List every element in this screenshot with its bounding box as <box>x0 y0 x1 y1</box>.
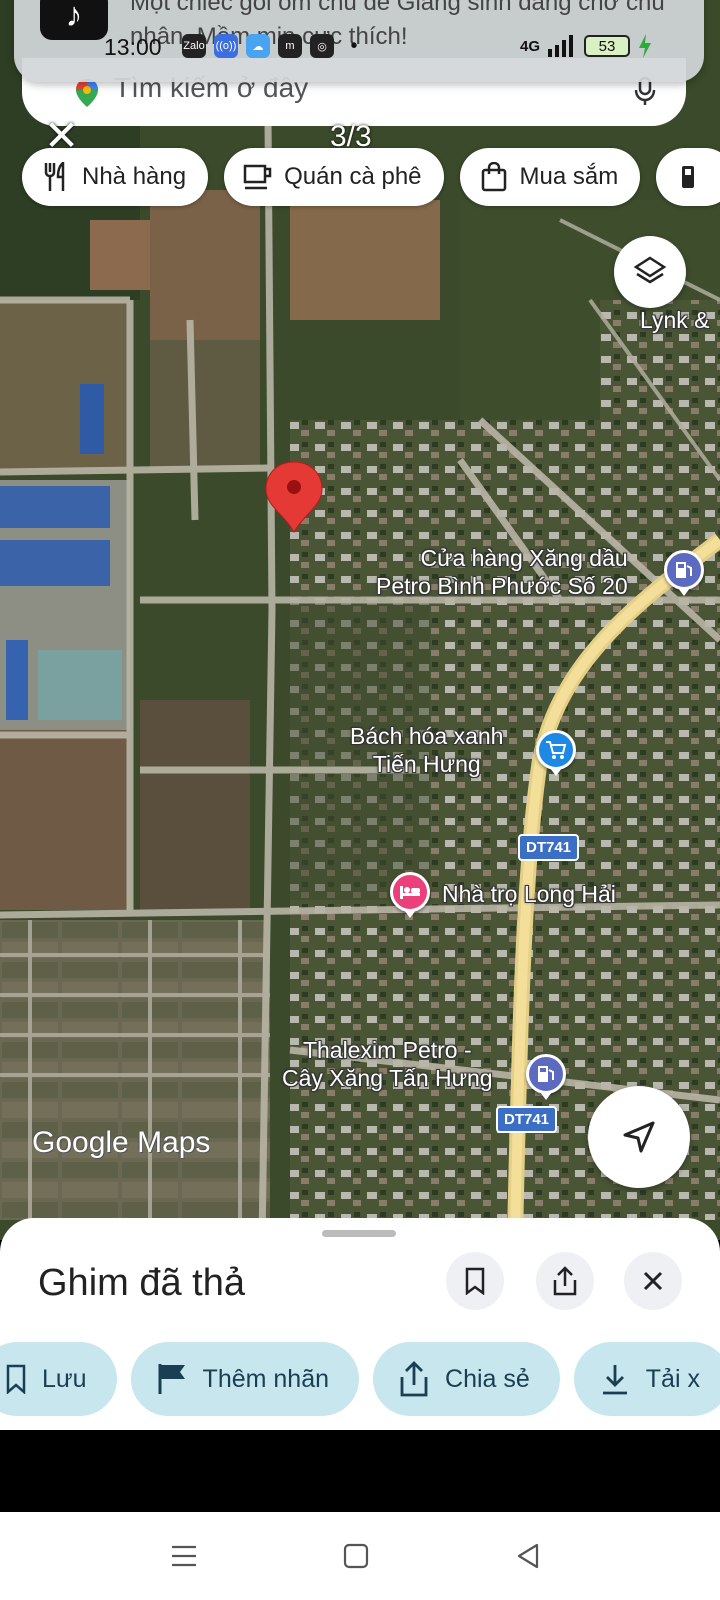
gas-station-poi-icon-2[interactable] <box>526 1054 566 1094</box>
action-buttons: Lưu Thêm nhãn Chia sẻ Tải x <box>0 1342 720 1416</box>
maps-pin-icon <box>76 79 98 107</box>
home-nav-button[interactable] <box>338 1538 374 1574</box>
back-triangle-icon <box>517 1543 539 1569</box>
map-label-bach-hoa-xanh[interactable]: Bách hóa xanh Tiến Hưng <box>350 722 503 778</box>
download-label: Tải x <box>645 1364 700 1393</box>
layers-icon <box>633 256 667 284</box>
my-location-button[interactable] <box>588 1086 690 1188</box>
place-bottom-sheet[interactable]: Ghim đã thả Lưu Thêm nhãn Chia sẻ Tải x <box>0 1218 720 1430</box>
google-maps-logo: Google Maps <box>32 1126 211 1159</box>
shopping-bag-icon <box>478 161 510 193</box>
menu-nav-button[interactable] <box>166 1538 202 1574</box>
chip-label: Nhà hàng <box>82 163 187 190</box>
zalo-icon: Zalo <box>182 34 206 58</box>
lodging-poi-icon[interactable] <box>390 872 430 912</box>
chip-coffee[interactable]: Quán cà phê <box>224 148 444 206</box>
weather-icon: ☁ <box>246 34 270 58</box>
share-button[interactable]: Chia sẻ <box>373 1342 560 1416</box>
sheet-title: Ghim đã thả <box>38 1262 245 1304</box>
status-time: 13:00 <box>104 34 162 60</box>
map-label-lynk: Lynk & <box>640 307 710 333</box>
close-icon <box>643 1271 663 1291</box>
category-chips: Nhà hàng Quán cà phê Mua sắm <box>22 148 720 206</box>
save-button[interactable]: Lưu <box>0 1342 117 1416</box>
download-button[interactable]: Tải x <box>573 1342 720 1416</box>
back-nav-button[interactable] <box>510 1538 546 1574</box>
chrome-icon: ◎ <box>310 34 334 58</box>
navigation-arrow-icon <box>623 1121 655 1153</box>
chip-more[interactable] <box>656 148 720 206</box>
screen-filler <box>0 1430 720 1512</box>
download-icon <box>600 1363 630 1395</box>
status-bar: 13:00 Zalo ((o)) ☁ m ◎ • 4G 53 <box>0 32 720 62</box>
store-poi-icon[interactable] <box>536 730 576 770</box>
menu-icon <box>172 1545 196 1567</box>
messenger-icon: m <box>278 34 302 58</box>
more-notifications-icon: • <box>350 34 358 57</box>
share-label: Chia sẻ <box>445 1364 530 1393</box>
network-type: 4G <box>520 37 541 55</box>
flag-icon <box>157 1363 187 1395</box>
coffee-cup-icon <box>242 161 274 193</box>
bookmark-icon <box>6 1364 26 1394</box>
layers-button[interactable] <box>614 236 686 308</box>
wireless-icon: ((o)) <box>214 34 238 58</box>
battery-indicator: 53 <box>584 35 631 57</box>
gas-station-poi-icon[interactable] <box>664 550 704 590</box>
close-sheet-button[interactable] <box>624 1252 682 1310</box>
charging-icon <box>639 34 652 58</box>
home-square-icon <box>343 1543 369 1569</box>
map-label-nha-tro-long-hai[interactable]: Nhà trọ Long Hải <box>442 880 616 908</box>
road-badge-dt741-lower: DT741 <box>496 1106 558 1133</box>
share-icon <box>553 1266 577 1296</box>
chip-shopping[interactable]: Mua sắm <box>459 148 641 206</box>
add-label-button[interactable]: Thêm nhãn <box>130 1342 360 1416</box>
map-label-thalexim-petro[interactable]: Thalexim Petro - Cây Xăng Tấn Hưng <box>282 1036 493 1092</box>
system-navigation-bar <box>0 1512 720 1600</box>
gas-station-icon <box>674 161 706 193</box>
chip-restaurants[interactable]: Nhà hàng <box>22 148 209 206</box>
save-label: Lưu <box>42 1364 87 1393</box>
chip-label: Mua sắm <box>519 163 619 190</box>
share-icon <box>399 1361 429 1397</box>
share-icon-button[interactable] <box>536 1252 594 1310</box>
chip-label: Quán cà phê <box>284 163 422 190</box>
bookmark-icon <box>465 1267 485 1295</box>
map-label-petro-gas-station[interactable]: Cửa hàng Xăng dầu Petro Bình Phước Số 20 <box>376 544 628 600</box>
signal-icon <box>548 35 574 57</box>
sheet-drag-handle[interactable] <box>322 1230 396 1237</box>
save-icon-button[interactable] <box>446 1252 504 1310</box>
road-badge-dt741-upper: DT741 <box>518 834 580 861</box>
add-label-text: Thêm nhãn <box>202 1364 330 1393</box>
fork-knife-icon <box>40 161 72 193</box>
